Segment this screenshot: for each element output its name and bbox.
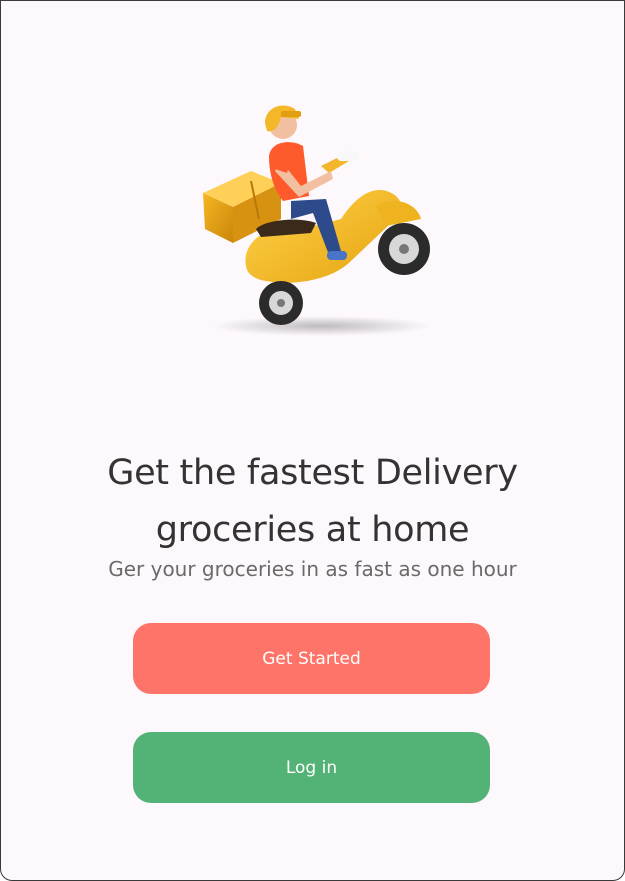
onboarding-subtitle: Ger your groceries in as fast as one hou… (108, 557, 517, 581)
title-line-1: Get the fastest Delivery (107, 453, 518, 493)
delivery-scooter-icon (203, 105, 431, 336)
get-started-button[interactable]: Get Started (133, 623, 490, 694)
login-button[interactable]: Log in (133, 732, 490, 803)
onboarding-title: Get the fastest Delivery groceries at ho… (1, 445, 624, 559)
app-window: Get the fastest Delivery groceries at ho… (0, 0, 625, 881)
delivery-scooter-illustration (191, 101, 441, 341)
title-line-2: groceries at home (155, 510, 470, 550)
